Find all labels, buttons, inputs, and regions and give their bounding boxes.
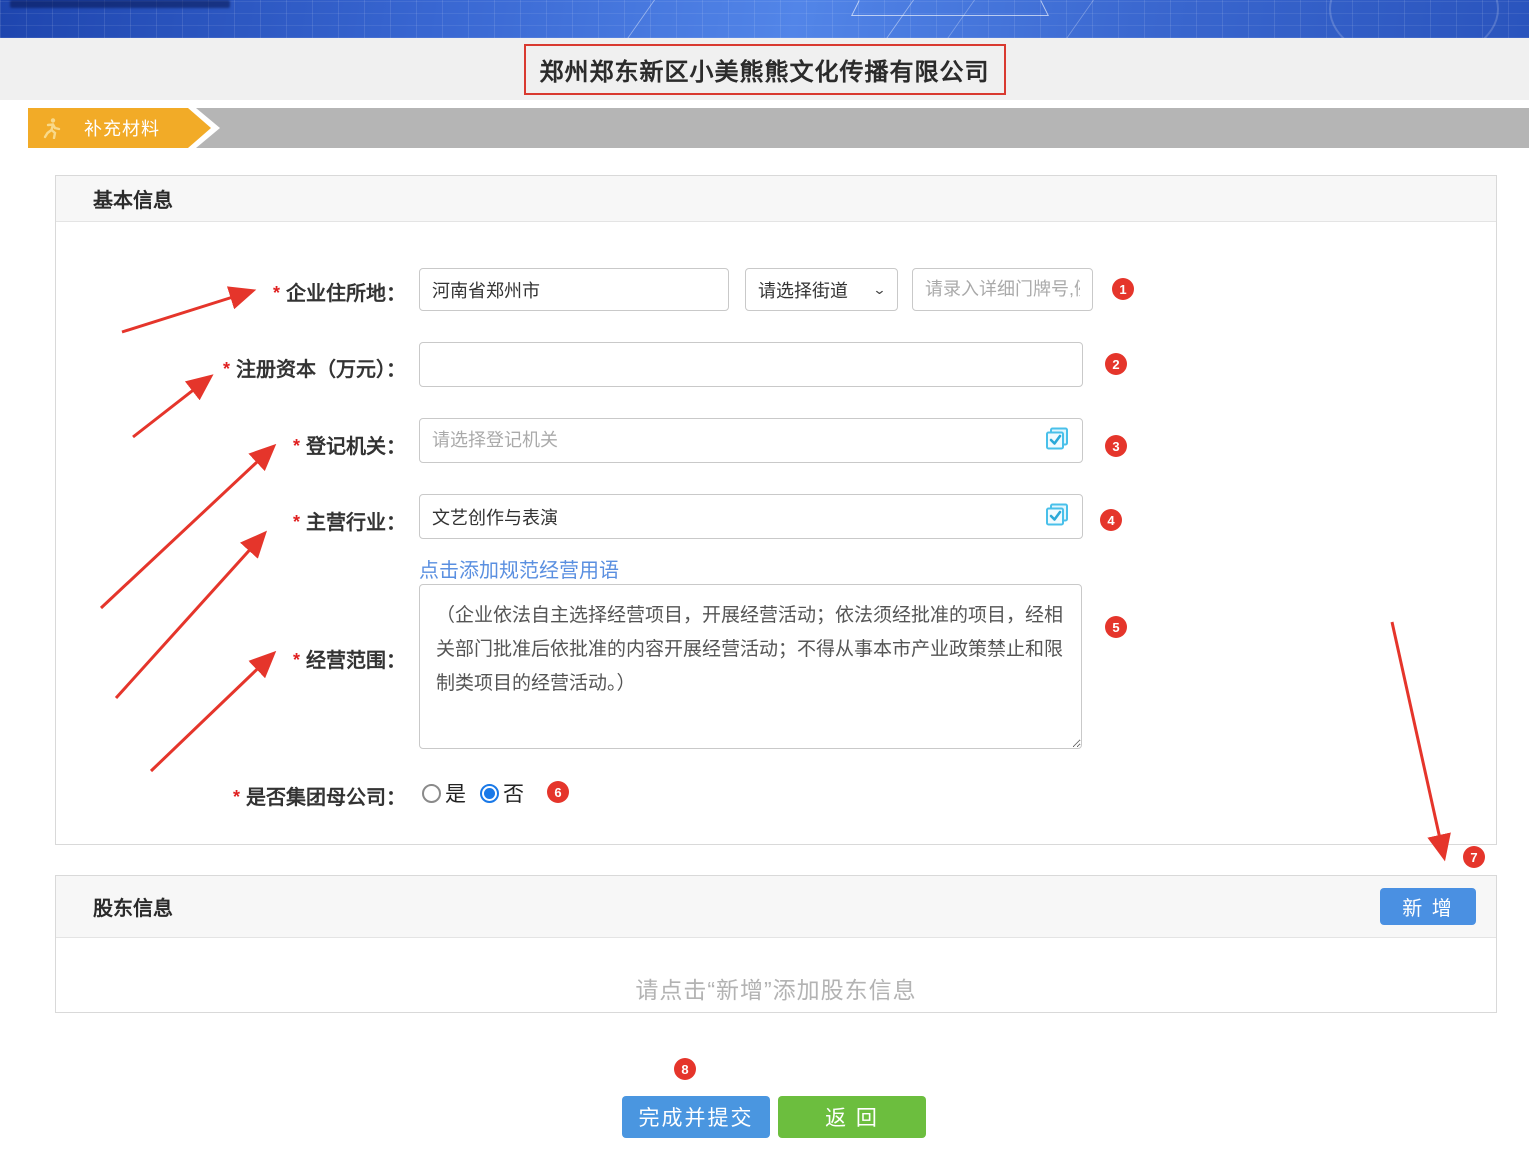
radio-yes-circle-icon[interactable] [422, 784, 441, 803]
step-tab-supplement[interactable]: 补充材料 [28, 108, 211, 148]
step-tab-label: 补充材料 [84, 115, 160, 141]
radio-no-label: 否 [503, 778, 524, 808]
company-name-box: 郑州郑东新区小美熊熊文化传播有限公司 [524, 44, 1006, 95]
multi-select-picker-icon[interactable] [1044, 501, 1070, 532]
add-standard-terms-link[interactable]: 点击添加规范经营用语 [419, 554, 619, 583]
basic-info-title: 基本信息 [93, 184, 173, 213]
shareholders-panel: 股东信息 新 增 请点击“新增”添加股东信息 [55, 875, 1497, 1013]
banner-decoration [851, 0, 1049, 16]
annotation-marker-1: 1 [1112, 278, 1134, 300]
scope-textarea[interactable]: （企业依法自主选择经营项目，开展经营活动；依法须经批准的项目，经相关部门批准后依… [419, 584, 1082, 749]
multi-select-picker-icon[interactable] [1044, 425, 1070, 456]
scope-label: *经营范围： [56, 644, 406, 673]
required-asterisk: * [233, 787, 240, 807]
company-name: 郑州郑东新区小美熊熊文化传播有限公司 [540, 59, 990, 86]
authority-input[interactable] [419, 418, 1083, 463]
running-person-icon [42, 117, 62, 139]
capital-input[interactable] [419, 342, 1083, 387]
annotation-marker-7: 7 [1463, 846, 1485, 868]
shareholders-header: 股东信息 新 增 [56, 876, 1496, 938]
required-asterisk: * [273, 283, 280, 303]
address-label: *企业住所地： [56, 277, 406, 306]
title-band: 郑州郑东新区小美熊熊文化传播有限公司 [0, 38, 1529, 100]
basic-info-header: 基本信息 [56, 176, 1496, 222]
group-parent-label: *是否集团母公司： [56, 781, 406, 810]
top-banner [0, 0, 1529, 38]
group-parent-radio-group: 是 否 [422, 778, 524, 808]
banner-decoration [1329, 0, 1499, 38]
chevron-down-icon: ⌄ [872, 282, 886, 298]
industry-input[interactable] [419, 494, 1083, 539]
annotation-marker-2: 2 [1105, 353, 1127, 375]
address-province-field[interactable] [432, 279, 716, 300]
submit-button[interactable]: 完成并提交 [622, 1096, 770, 1138]
address-detail-field[interactable] [925, 279, 1080, 300]
annotation-marker-3: 3 [1105, 435, 1127, 457]
address-detail-input[interactable] [912, 268, 1093, 311]
shareholders-empty-hint: 请点击“新增”添加股东信息 [56, 971, 1496, 1005]
authority-label: *登记机关： [56, 430, 406, 459]
annotation-marker-5: 5 [1105, 616, 1127, 638]
shareholders-title: 股东信息 [93, 892, 173, 921]
annotation-marker-8: 8 [674, 1058, 696, 1080]
basic-info-panel: 基本信息 *企业住所地： 请选择街道 ⌄ *注册资本（万元）： *登记机关： [55, 175, 1497, 845]
required-asterisk: * [293, 436, 300, 456]
page: 郑州郑东新区小美熊熊文化传播有限公司 补充材料 [0, 0, 1529, 1156]
required-asterisk: * [293, 650, 300, 670]
annotation-marker-6: 6 [547, 781, 569, 803]
banner-decoration [10, 0, 230, 8]
annotation-marker-4: 4 [1100, 509, 1122, 531]
authority-field[interactable] [432, 430, 1070, 451]
street-select[interactable]: 请选择街道 ⌄ [745, 268, 898, 311]
back-button[interactable]: 返 回 [778, 1096, 926, 1138]
industry-field[interactable] [432, 506, 1070, 527]
address-province-input[interactable] [419, 268, 729, 311]
capital-field[interactable] [432, 354, 1070, 375]
radio-no-circle-icon[interactable] [480, 784, 499, 803]
capital-label: *注册资本（万元）： [56, 353, 406, 382]
step-bar: 补充材料 [28, 108, 1529, 148]
required-asterisk: * [293, 512, 300, 532]
add-shareholder-button[interactable]: 新 增 [1380, 888, 1476, 925]
industry-label: *主营行业： [56, 506, 406, 535]
required-asterisk: * [223, 359, 230, 379]
radio-no[interactable]: 否 [480, 778, 524, 808]
radio-yes[interactable]: 是 [422, 778, 466, 808]
radio-yes-label: 是 [445, 778, 466, 808]
street-select-value: 请选择街道 [758, 277, 848, 303]
